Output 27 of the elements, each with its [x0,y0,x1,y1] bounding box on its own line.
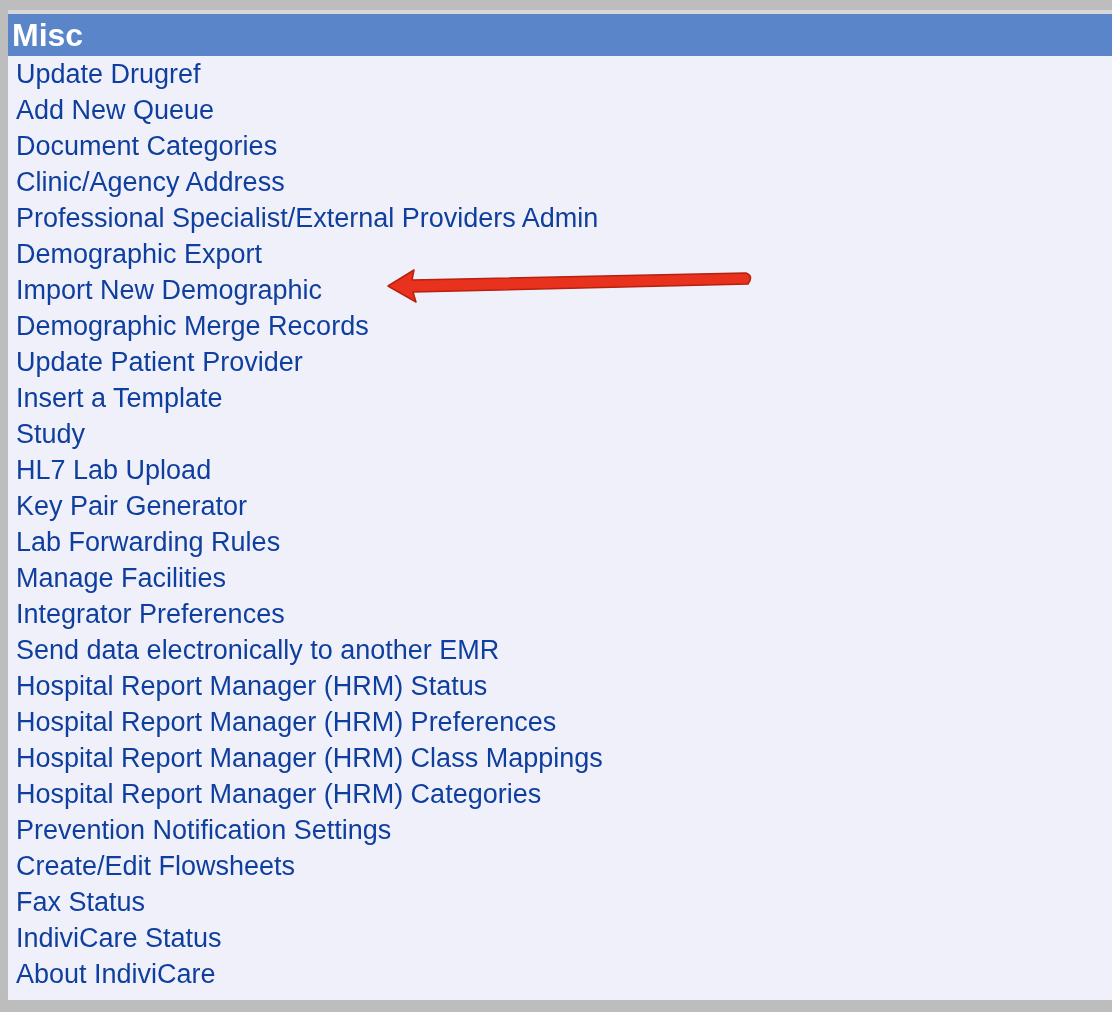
menu-link[interactable]: Update Drugref [16,56,201,92]
menu-link[interactable]: About IndiviCare [16,956,216,992]
menu-link[interactable]: Key Pair Generator [16,488,248,524]
menu-link[interactable]: Insert a Template [16,380,223,416]
menu-link[interactable]: Prevention Notification Settings [16,812,392,848]
menu-link[interactable]: Hospital Report Manager (HRM) Categories [16,776,542,812]
menu-link[interactable]: Create/Edit Flowsheets [16,848,296,884]
menu-link[interactable]: Integrator Preferences [16,596,285,632]
menu-link[interactable]: Hospital Report Manager (HRM) Class Mappings [16,740,603,776]
menu-link[interactable]: Hospital Report Manager (HRM) Preferences [16,704,557,740]
panel-header: Misc [8,14,1112,56]
menu-link[interactable]: Send data electronically to another EMR [16,632,500,668]
menu-link[interactable]: Hospital Report Manager (HRM) Status [16,668,488,704]
menu-link[interactable]: Import New Demographic [16,272,323,308]
menu-link[interactable]: Demographic Merge Records [16,308,369,344]
menu-link[interactable]: HL7 Lab Upload [16,452,212,488]
menu-link[interactable]: Lab Forwarding Rules [16,524,281,560]
menu-link[interactable]: Professional Specialist/External Providers Admin [16,200,599,236]
menu-link[interactable]: Manage Facilities [16,560,227,596]
menu-link[interactable]: Add New Queue [16,92,215,128]
menu-link[interactable]: Demographic Export [16,236,263,272]
menu-link[interactable]: Study [16,416,86,452]
menu-link[interactable]: Document Categories [16,128,278,164]
menu-link[interactable]: IndiviCare Status [16,920,222,956]
menu-link[interactable]: Update Patient Provider [16,344,303,380]
menu-link[interactable]: Clinic/Agency Address [16,164,285,200]
menu-link[interactable]: Fax Status [16,884,146,920]
